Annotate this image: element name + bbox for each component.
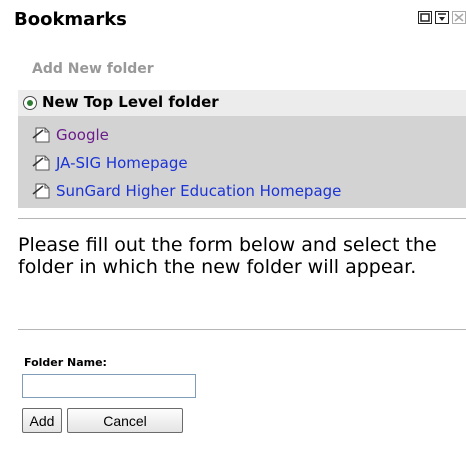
divider bbox=[18, 329, 466, 330]
portlet-controls bbox=[418, 11, 466, 24]
bookmark-link[interactable]: SunGard Higher Education Homepage bbox=[56, 182, 341, 200]
portlet-close-icon[interactable] bbox=[452, 11, 466, 24]
bookmark-page-icon bbox=[32, 183, 50, 199]
folder-tree: New Top Level folder Google JA-SIG Homep… bbox=[18, 90, 466, 208]
top-level-folder-row[interactable]: New Top Level folder bbox=[18, 90, 466, 116]
portlet-minimize-icon[interactable] bbox=[418, 11, 432, 24]
bookmark-item[interactable]: SunGard Higher Education Homepage bbox=[32, 180, 341, 202]
portlet-header: Bookmarks bbox=[5, 0, 466, 38]
folder-name-input[interactable] bbox=[22, 374, 196, 398]
form-instructions: Please fill out the form below and selec… bbox=[18, 234, 437, 278]
bookmark-item[interactable]: Google bbox=[32, 124, 109, 146]
divider bbox=[18, 218, 466, 219]
portlet-maximize-icon[interactable] bbox=[435, 11, 449, 24]
bookmark-page-icon bbox=[32, 155, 50, 171]
bookmark-link[interactable]: JA-SIG Homepage bbox=[56, 154, 188, 172]
top-level-folder-label: New Top Level folder bbox=[42, 93, 219, 111]
add-button[interactable]: Add bbox=[22, 408, 62, 433]
folder-name-label: Folder Name: bbox=[24, 356, 107, 369]
portlet-title: Bookmarks bbox=[14, 9, 127, 30]
bookmark-page-icon bbox=[32, 127, 50, 143]
add-new-folder-link[interactable]: Add New folder bbox=[32, 61, 154, 77]
folder-radio-icon[interactable] bbox=[23, 96, 37, 110]
bookmark-link[interactable]: Google bbox=[56, 126, 109, 144]
bookmark-item[interactable]: JA-SIG Homepage bbox=[32, 152, 188, 174]
cancel-button[interactable]: Cancel bbox=[67, 408, 183, 433]
